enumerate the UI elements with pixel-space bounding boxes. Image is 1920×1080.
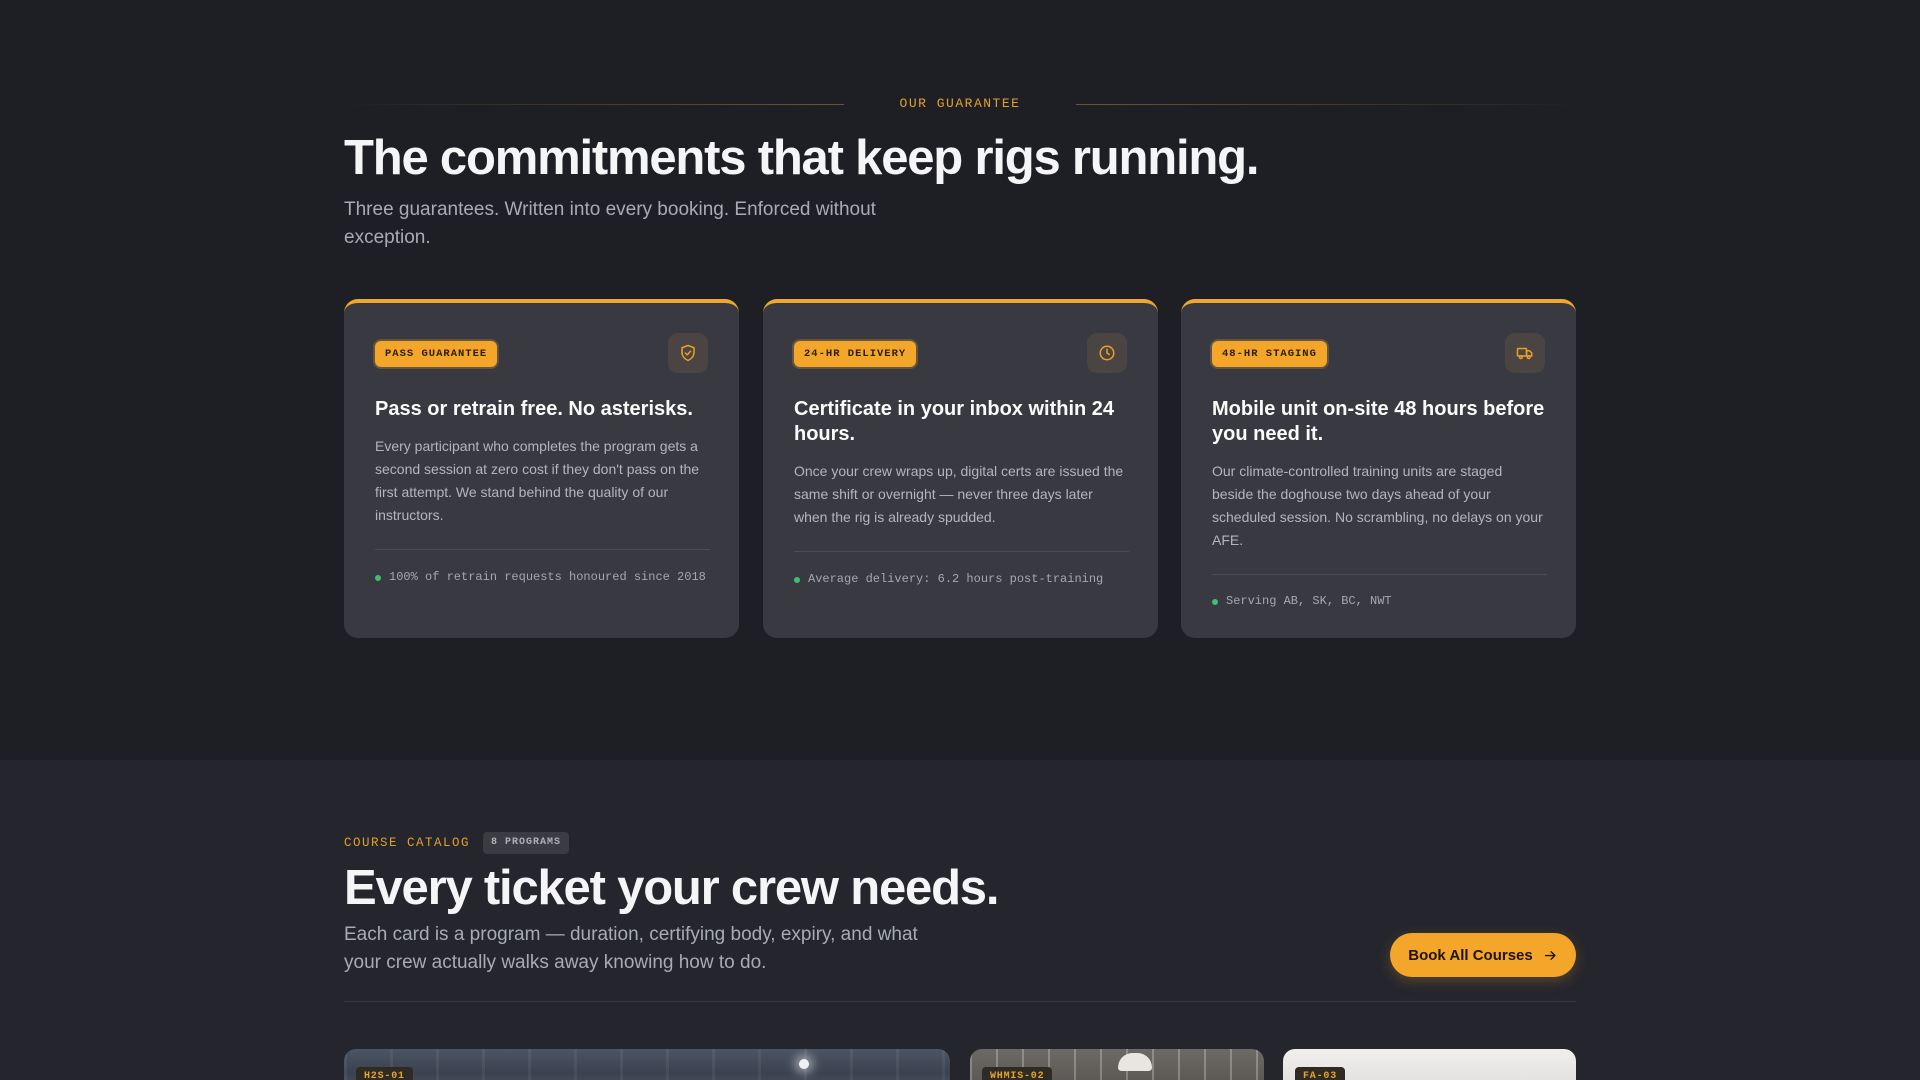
card-body: Our climate-controlled training units ar… xyxy=(1212,463,1543,548)
card-footnote-text: 100% of retrain requests honoured since … xyxy=(389,570,706,584)
status-dot xyxy=(1212,599,1218,605)
guarantee-title: The commitments that keep rigs running. xyxy=(344,131,1259,185)
truck-icon xyxy=(1505,333,1545,373)
shield-check-icon xyxy=(668,333,708,373)
guarantee-subtitle: Three guarantees. Written into every boo… xyxy=(344,199,876,248)
hard-hat-icon xyxy=(1118,1053,1152,1071)
program-count-badge: 8 PROGRAMS xyxy=(483,832,570,854)
guarantee-cards: PASS GUARANTEE Pass or retrain free. No … xyxy=(344,299,1576,638)
catalog-subtitle: Each card is a program — duration, certi… xyxy=(344,924,918,973)
course-code-badge: H2S-01 xyxy=(356,1067,413,1080)
card-divider xyxy=(1212,574,1547,575)
guarantee-card-delivery: 24-HR DELIVERY Certificate in your inbox… xyxy=(763,299,1158,638)
guarantee-card-staging: 48-HR STAGING Mobile unit on-site 48 hou… xyxy=(1181,299,1576,638)
course-code-badge: FA-03 xyxy=(1295,1067,1346,1080)
catalog-eyebrow: COURSE CATALOG xyxy=(344,836,471,850)
eyebrow-divider-right xyxy=(1076,104,1576,105)
guarantee-card-pass: PASS GUARANTEE Pass or retrain free. No … xyxy=(344,299,739,638)
book-all-courses-button[interactable]: Book All Courses xyxy=(1390,933,1576,977)
card-divider xyxy=(375,549,710,550)
card-title: Mobile unit on-site 48 hours before you … xyxy=(1212,398,1545,445)
status-dot xyxy=(375,575,381,581)
course-card-h2s[interactable]: H2S-01 xyxy=(344,1049,950,1080)
card-body: Every participant who completes the prog… xyxy=(375,438,700,523)
catalog-section xyxy=(0,760,1920,1080)
card-divider xyxy=(794,551,1129,552)
card-body: Once your crew wraps up, digital certs a… xyxy=(794,463,1124,525)
card-footnote: Serving AB, SK, BC, NWT xyxy=(1212,593,1547,609)
card-title: Certificate in your inbox within 24 hour… xyxy=(794,398,1115,445)
arrow-right-icon xyxy=(1544,950,1556,960)
card-title: Pass or retrain free. No asterisks. xyxy=(375,398,693,420)
course-image xyxy=(344,1049,950,1080)
card-footnote-text: Average delivery: 6.2 hours post-trainin… xyxy=(808,572,1104,586)
guarantee-eyebrow-row: OUR GUARANTEE xyxy=(344,96,1576,111)
course-card-first-aid[interactable]: FA-03 xyxy=(1283,1049,1576,1080)
card-tag: PASS GUARANTEE xyxy=(375,341,498,367)
card-tag: 24-HR DELIVERY xyxy=(794,341,917,367)
course-image-light xyxy=(799,1059,809,1069)
course-card-whmis[interactable]: WHMIS-02 xyxy=(970,1049,1264,1080)
card-footnote: 100% of retrain requests honoured since … xyxy=(375,569,710,585)
clock-icon xyxy=(1087,333,1127,373)
course-code-badge: WHMIS-02 xyxy=(982,1067,1053,1080)
catalog-divider xyxy=(344,1001,1576,1002)
card-tag: 48-HR STAGING xyxy=(1212,341,1327,367)
book-all-courses-label: Book All Courses xyxy=(1408,946,1533,964)
card-footnote-text: Serving AB, SK, BC, NWT xyxy=(1226,594,1392,608)
catalog-title: Every ticket your crew needs. xyxy=(344,861,999,915)
card-footnote: Average delivery: 6.2 hours post-trainin… xyxy=(794,571,1129,587)
status-dot xyxy=(794,577,800,583)
catalog-eyebrow-row: COURSE CATALOG 8 PROGRAMS xyxy=(344,832,570,854)
